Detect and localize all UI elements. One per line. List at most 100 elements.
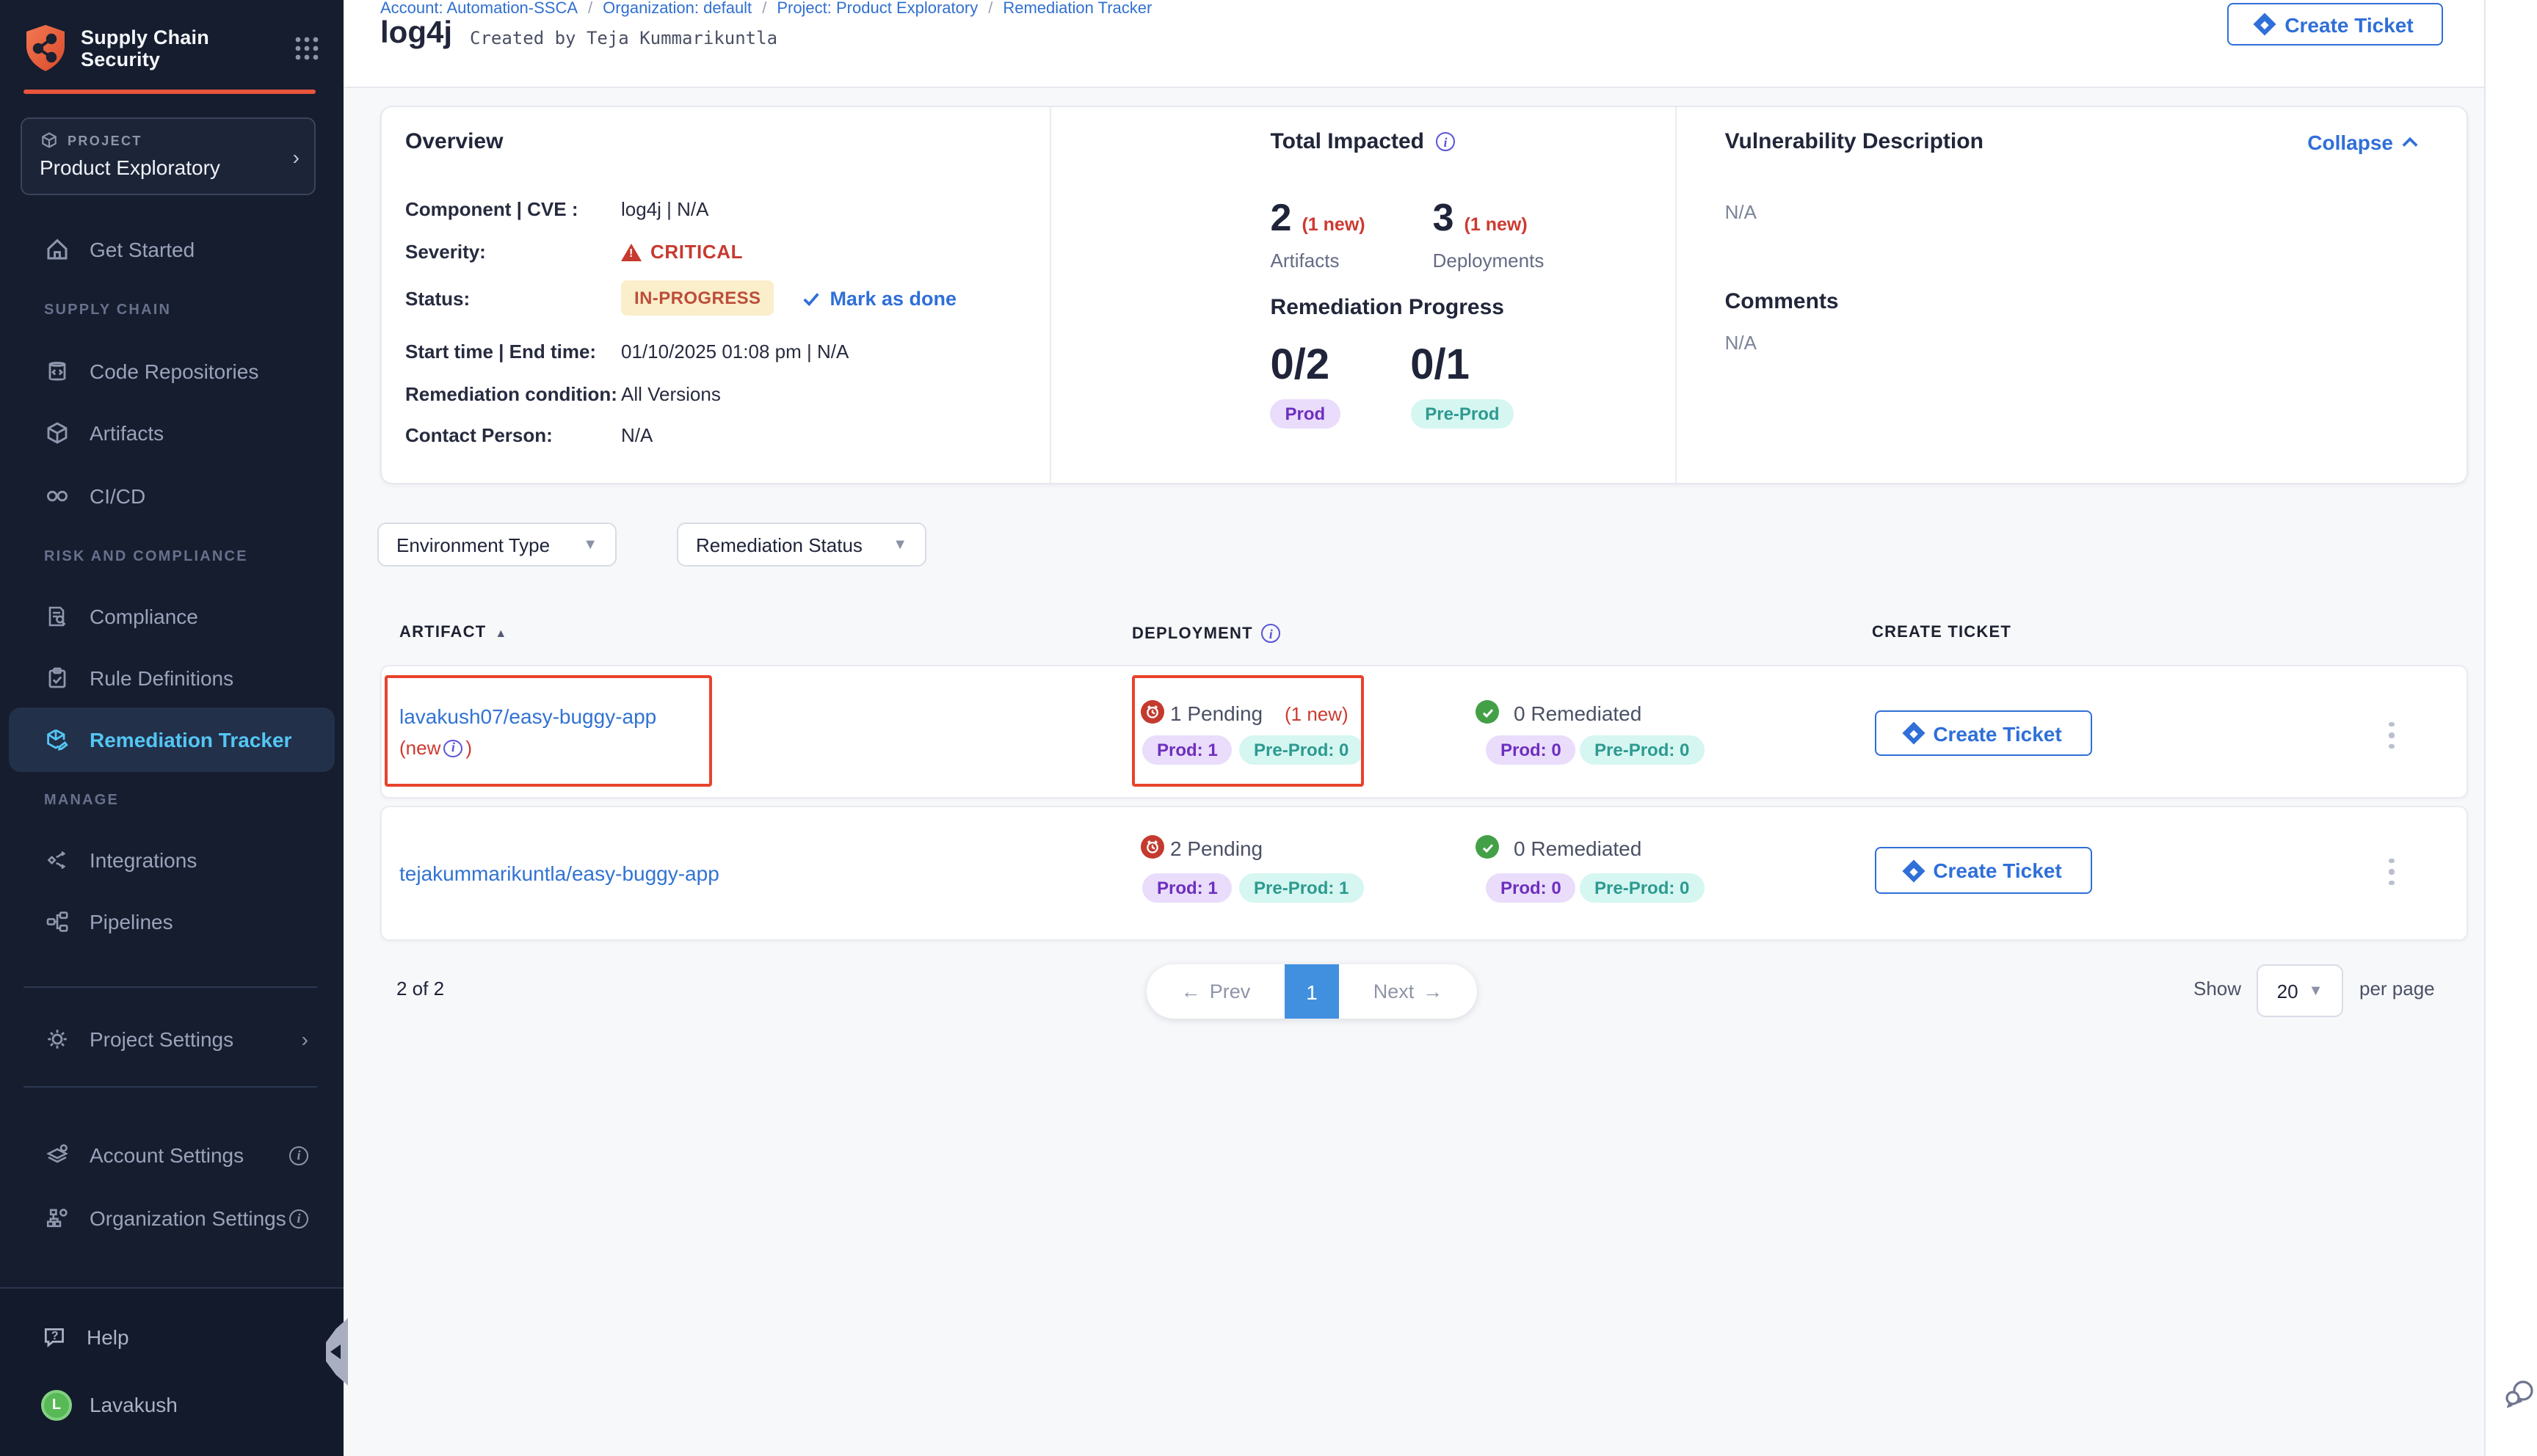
remediation-box-icon — [44, 727, 70, 753]
sidebar-item-artifacts[interactable]: Artifacts — [0, 404, 344, 462]
page-size-select[interactable]: 20 ▼ — [2257, 964, 2343, 1017]
create-ticket-label: Create Ticket — [1933, 721, 2061, 745]
pipelines-icon — [44, 909, 70, 935]
check-icon — [802, 288, 821, 307]
total-impacted-title: Total Impacted — [1271, 129, 1425, 154]
current-page-button[interactable]: 1 — [1285, 964, 1339, 1019]
remediation-progress-title: Remediation Progress — [1271, 295, 1504, 320]
user-name: Lavakush — [90, 1393, 178, 1416]
prev-label: Prev — [1210, 980, 1251, 1002]
row-menu-kebab[interactable] — [2381, 716, 2402, 754]
project-selector[interactable]: PROJECT Product Exploratory › — [21, 117, 316, 195]
vulnerability-description-value: N/A — [1725, 201, 1757, 223]
pagination-summary: 2 of 2 — [396, 978, 444, 1000]
breadcrumb-organization[interactable]: Organization: default — [603, 0, 752, 18]
pending-count: 1 Pending — [1170, 702, 1263, 725]
severity-row: Severity: CRITICAL — [405, 241, 743, 263]
prev-page-button[interactable]: ← Prev — [1147, 964, 1285, 1019]
deployments-new-count: (1 new) — [1465, 214, 1528, 235]
breadcrumb-separator: / — [762, 0, 766, 18]
new-tag-open: (new — [399, 732, 440, 763]
app-grid-icon[interactable] — [294, 35, 320, 62]
breadcrumb-remediation-tracker[interactable]: Remediation Tracker — [1003, 0, 1152, 18]
column-header-deployment: DEPLOYMENT i — [1132, 624, 1281, 643]
sidebar-item-organization-settings[interactable]: Organization Settings i — [0, 1189, 344, 1248]
sidebar-item-get-started[interactable]: Get Started — [0, 220, 344, 279]
remediated-count: 0 Remediated — [1514, 702, 1641, 725]
next-page-button[interactable]: Next → — [1339, 964, 1477, 1019]
pending-clock-icon — [1141, 835, 1164, 859]
sidebar-item-code-repositories[interactable]: Code Repositories — [0, 342, 344, 401]
create-ticket-button-row[interactable]: Create Ticket — [1875, 710, 2092, 756]
sidebar-item-remediation-tracker[interactable]: Remediation Tracker — [9, 707, 335, 772]
status-badge: IN-PROGRESS — [621, 280, 774, 316]
chevron-down-icon: ▼ — [893, 536, 907, 553]
component-cve-label: Component | CVE : — [405, 198, 621, 220]
artifacts-new-count: (1 new) — [1302, 214, 1365, 235]
chevron-down-icon: ▼ — [583, 536, 598, 553]
help-chat-icon: ? — [41, 1323, 69, 1351]
new-tag-close: ) — [465, 732, 472, 763]
collapse-link[interactable]: Collapse — [2307, 130, 2418, 153]
artifact-link[interactable]: tejakummarikuntla/easy-buggy-app — [399, 859, 719, 889]
info-icon[interactable]: i — [1262, 624, 1281, 643]
create-ticket-button-header[interactable]: Create Ticket — [2227, 3, 2443, 46]
user-menu[interactable]: L Lavakush — [0, 1380, 344, 1430]
sidebar-item-label: Compliance — [90, 605, 198, 628]
chevron-right-icon: › — [302, 1027, 308, 1051]
breadcrumb-separator: / — [588, 0, 592, 18]
sidebar-item-account-settings[interactable]: Account Settings i — [0, 1126, 344, 1184]
pager: ← Prev 1 Next → — [1147, 964, 1477, 1019]
overview-section: Overview Component | CVE : log4j | N/A S… — [382, 107, 1050, 483]
svg-text:?: ? — [51, 1329, 59, 1342]
support-chat-icon[interactable] — [2502, 1377, 2537, 1412]
sidebar-item-pipelines[interactable]: Pipelines — [0, 892, 344, 951]
chevron-right-icon: › — [293, 145, 300, 169]
help-button[interactable]: ? Help — [0, 1312, 344, 1362]
info-icon[interactable]: i — [289, 1146, 308, 1165]
next-label: Next — [1373, 980, 1415, 1002]
remediation-status-filter[interactable]: Remediation Status ▼ — [677, 523, 926, 567]
artifact-header-label: ARTIFACT — [399, 624, 486, 641]
row-menu-kebab[interactable] — [2381, 853, 2402, 891]
sidebar-item-integrations[interactable]: Integrations — [0, 831, 344, 889]
time-row: Start time | End time: 01/10/2025 01:08 … — [405, 341, 849, 363]
remediated-prod-badge: Prod: 0 — [1486, 735, 1576, 765]
artifacts-count: 2 — [1271, 195, 1292, 241]
breadcrumb-account[interactable]: Account: Automation-SSCA — [380, 0, 578, 18]
sidebar-item-cicd[interactable]: CI/CD — [0, 467, 344, 525]
created-by-text: Created by Teja Kummarikuntla — [470, 28, 777, 48]
org-chart-icon — [44, 1205, 70, 1231]
ticket-diamond-icon — [1902, 721, 1925, 744]
sidebar-item-label: Pipelines — [90, 910, 173, 933]
preprod-progress-value: 0/1 — [1410, 342, 1514, 390]
info-icon[interactable]: i — [1436, 132, 1455, 151]
app-logo[interactable]: Supply Chain Security — [23, 23, 320, 73]
show-label: Show — [2193, 978, 2241, 1000]
main-content: Account: Automation-SSCA / Organization:… — [344, 0, 2537, 1456]
info-icon[interactable]: i — [443, 739, 462, 757]
deployments-stat-label: Deployments — [1433, 250, 1545, 272]
sidebar-item-label: Code Repositories — [90, 360, 258, 383]
mark-as-done-link[interactable]: Mark as done — [802, 287, 957, 309]
info-icon[interactable]: i — [289, 1209, 308, 1228]
column-header-artifact[interactable]: ARTIFACT ▲ — [399, 624, 507, 641]
contact-value: N/A — [621, 424, 653, 446]
sidebar-item-compliance[interactable]: Compliance — [0, 587, 344, 646]
sidebar-item-project-settings[interactable]: Project Settings › — [0, 1010, 344, 1069]
breadcrumb-project[interactable]: Project: Product Exploratory — [777, 0, 978, 18]
pending-preprod-badge: Pre-Prod: 0 — [1239, 735, 1363, 765]
deployment-header-label: DEPLOYMENT — [1132, 625, 1253, 642]
sidebar: Supply Chain Security PROJECT Product Ex… — [0, 0, 344, 1456]
artifact-link[interactable]: lavakush07/easy-buggy-app (new i ) — [399, 702, 708, 763]
sidebar-item-rule-definitions[interactable]: Rule Definitions — [0, 649, 344, 707]
logo-accent-divider — [23, 90, 316, 94]
mark-as-done-label: Mark as done — [830, 287, 957, 309]
environment-type-filter[interactable]: Environment Type ▼ — [377, 523, 617, 567]
arrow-right-icon: → — [1423, 980, 1442, 1002]
prod-badge: Prod — [1271, 399, 1340, 429]
create-ticket-button-row[interactable]: Create Ticket — [1875, 847, 2092, 894]
integrations-icon — [44, 847, 70, 873]
page-title: log4j — [380, 16, 452, 51]
remediated-check-icon — [1476, 700, 1499, 724]
